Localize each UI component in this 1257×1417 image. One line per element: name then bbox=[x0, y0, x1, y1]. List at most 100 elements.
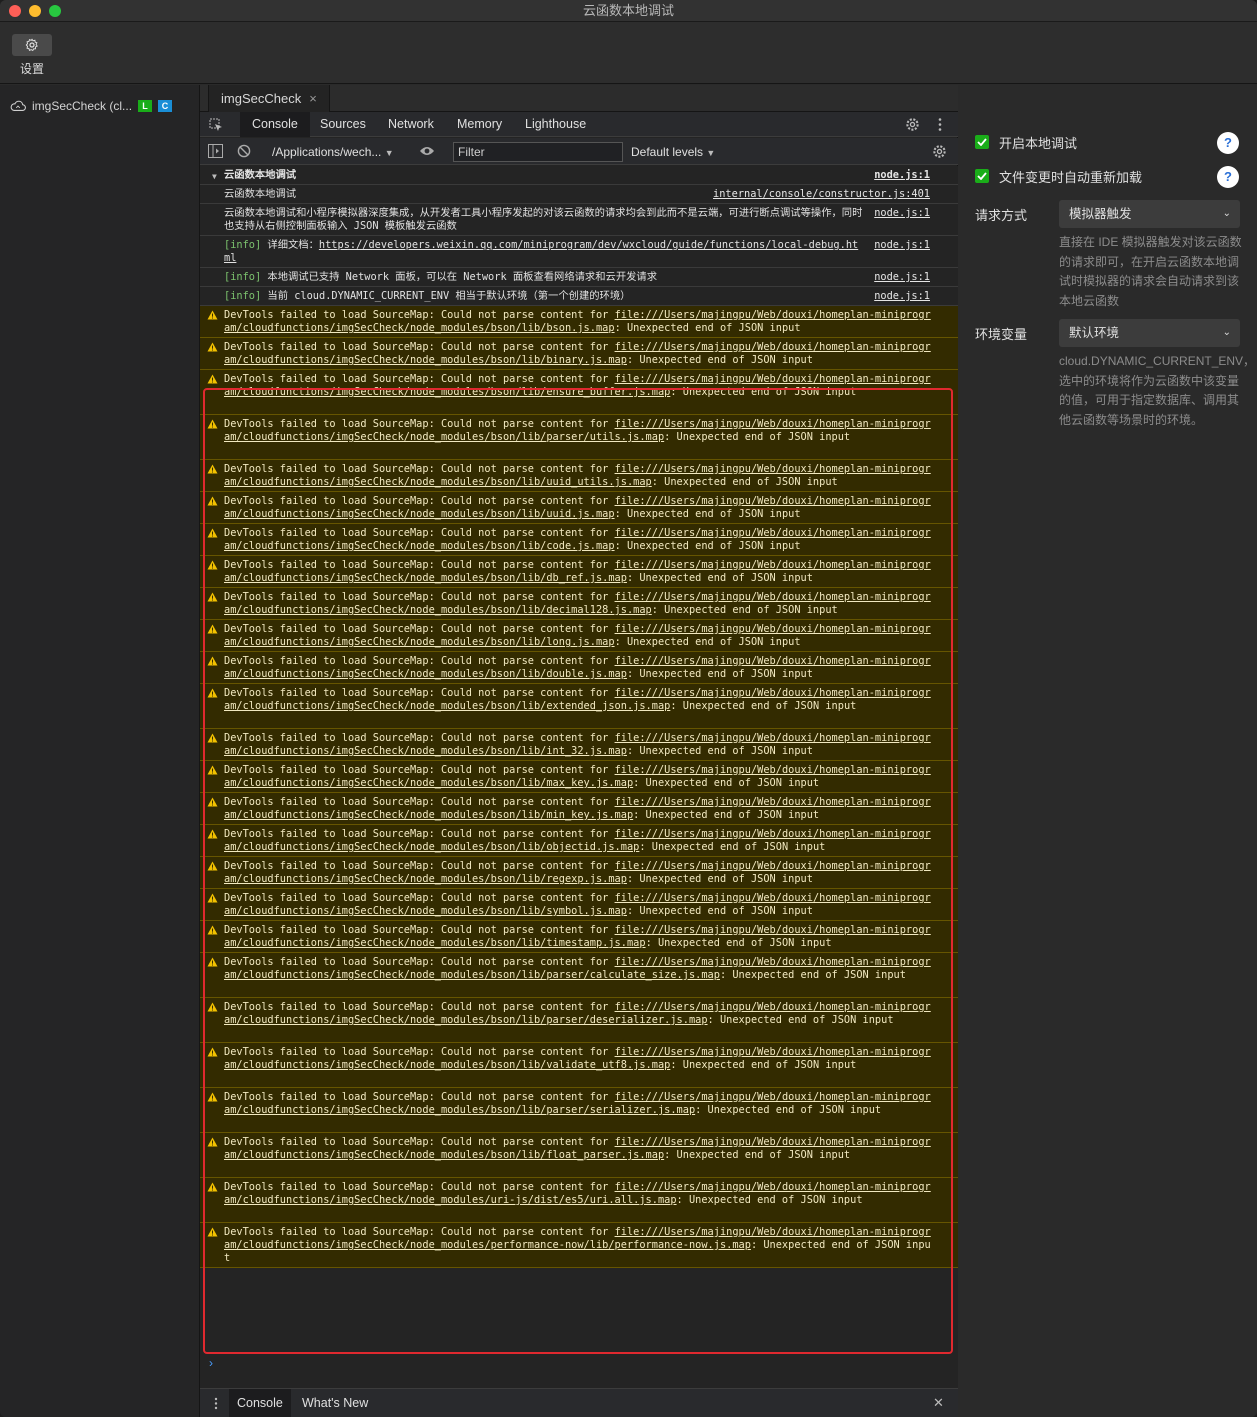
drawer-tab-whats-new[interactable]: What's New bbox=[294, 1389, 376, 1417]
warning-icon bbox=[207, 893, 218, 903]
console-output[interactable]: ▼ 云函数本地调试 node.js:1 云函数本地调试 internal/con… bbox=[200, 166, 958, 1388]
warning-icon bbox=[207, 957, 218, 967]
filter-input[interactable]: Filter bbox=[453, 142, 623, 162]
function-item-imgseccheck[interactable]: imgSecCheck (cl... L C bbox=[10, 97, 195, 115]
warning-icon bbox=[207, 310, 218, 320]
warning-icon bbox=[207, 592, 218, 602]
warning-suffix: : Unexpected end of JSON input bbox=[614, 508, 801, 520]
warning-text: DevTools failed to load SourceMap: Could… bbox=[224, 924, 936, 950]
warning-suffix: : Unexpected end of JSON input bbox=[719, 969, 906, 981]
source-link[interactable]: node.js:1 bbox=[874, 271, 930, 284]
warning-prefix: DevTools failed to load SourceMap: Could… bbox=[224, 373, 615, 385]
help-icon[interactable]: ? bbox=[1217, 132, 1239, 154]
source-link[interactable]: internal/console/constructor.js:401 bbox=[713, 188, 930, 201]
console-group-header[interactable]: ▼ 云函数本地调试 node.js:1 bbox=[200, 166, 958, 185]
warning-prefix: DevTools failed to load SourceMap: Could… bbox=[224, 1226, 615, 1238]
warning-suffix: : Unexpected end of JSON input bbox=[645, 937, 832, 949]
top-toolbar: 设置 bbox=[0, 22, 1257, 84]
devtools-settings-gear-icon[interactable] bbox=[905, 117, 920, 132]
console-prompt[interactable]: › bbox=[209, 1356, 213, 1370]
warning-icon bbox=[207, 374, 218, 384]
warning-prefix: DevTools failed to load SourceMap: Could… bbox=[224, 924, 615, 936]
auto-reload-checkbox[interactable]: 文件变更时自动重新加载 bbox=[975, 166, 1142, 186]
tab-console[interactable]: Console bbox=[240, 112, 310, 137]
expand-caret-icon[interactable]: ▼ bbox=[212, 170, 217, 183]
drawer-menu-icon[interactable] bbox=[214, 1397, 218, 1410]
bottom-drawer: Console What's New ✕ bbox=[200, 1388, 958, 1417]
source-link[interactable]: node.js:1 bbox=[874, 290, 930, 303]
drawer-tab-console[interactable]: Console bbox=[229, 1389, 291, 1417]
enable-local-debug-checkbox[interactable]: 开启本地调试 bbox=[975, 132, 1077, 152]
message-text: 云函数本地调试和小程序模拟器深度集成，从开发者工具小程序发起的对该云函数的请求均… bbox=[224, 207, 863, 232]
chevron-down-icon: ▼ bbox=[384, 148, 394, 158]
warning-text: DevTools failed to load SourceMap: Could… bbox=[224, 687, 936, 713]
chevron-down-icon: ▼ bbox=[706, 148, 716, 158]
warning-message: DevTools failed to load SourceMap: Could… bbox=[200, 825, 958, 857]
close-tab-icon[interactable]: × bbox=[309, 91, 317, 106]
more-options-icon[interactable] bbox=[937, 117, 943, 132]
env-select[interactable]: 默认环境 ⌄ bbox=[1059, 319, 1240, 347]
warning-text: DevTools failed to load SourceMap: Could… bbox=[224, 309, 936, 335]
warning-prefix: DevTools failed to load SourceMap: Could… bbox=[224, 892, 615, 904]
warning-icon bbox=[207, 861, 218, 871]
info-tag: [info] bbox=[224, 239, 262, 251]
sidebar-toggle-icon[interactable] bbox=[208, 144, 223, 158]
warning-text: DevTools failed to load SourceMap: Could… bbox=[224, 732, 936, 758]
warning-icon bbox=[207, 1227, 218, 1237]
chevron-down-icon: ⌄ bbox=[1222, 208, 1231, 219]
console-settings-gear-icon[interactable] bbox=[932, 144, 947, 159]
doc-link[interactable]: https://developers.weixin.qq.com/minipro… bbox=[224, 239, 858, 264]
console-message: [info] 本地调试已支持 Network 面板，可以在 Network 面板… bbox=[200, 268, 958, 287]
warning-suffix: : Unexpected end of JSON input bbox=[695, 1104, 882, 1116]
warning-message: DevTools failed to load SourceMap: Could… bbox=[200, 793, 958, 825]
eye-icon[interactable] bbox=[419, 145, 435, 157]
warning-text: DevTools failed to load SourceMap: Could… bbox=[224, 1181, 936, 1207]
warning-icon bbox=[207, 1002, 218, 1012]
info-text: 当前 cloud.DYNAMIC_CURRENT_ENV 相当于默认环境（第一个… bbox=[261, 290, 631, 302]
warning-prefix: DevTools failed to load SourceMap: Could… bbox=[224, 1046, 615, 1058]
group-title: 云函数本地调试 bbox=[224, 169, 297, 181]
source-link[interactable]: node.js:1 bbox=[874, 169, 930, 182]
warning-suffix: : Unexpected end of JSON input bbox=[626, 668, 813, 680]
warning-text: DevTools failed to load SourceMap: Could… bbox=[224, 956, 936, 982]
tab-network[interactable]: Network bbox=[376, 112, 446, 137]
inspect-element-icon[interactable] bbox=[209, 118, 223, 132]
log-levels-select[interactable]: Default levels ▼ bbox=[631, 142, 715, 162]
warning-prefix: DevTools failed to load SourceMap: Could… bbox=[224, 796, 615, 808]
tab-memory[interactable]: Memory bbox=[445, 112, 514, 137]
help-icon[interactable]: ? bbox=[1217, 166, 1239, 188]
warning-icon bbox=[207, 1092, 218, 1102]
file-tab-imgseccheck[interactable]: imgSecCheck × bbox=[208, 85, 330, 112]
console-message: 云函数本地调试和小程序模拟器深度集成，从开发者工具小程序发起的对该云函数的请求均… bbox=[200, 204, 958, 236]
info-text: 详细文档： bbox=[261, 239, 319, 251]
warning-text: DevTools failed to load SourceMap: Could… bbox=[224, 373, 936, 399]
info-tag: [info] bbox=[224, 290, 262, 302]
gear-icon bbox=[25, 38, 38, 52]
warning-text: DevTools failed to load SourceMap: Could… bbox=[224, 463, 936, 489]
close-drawer-icon[interactable]: ✕ bbox=[933, 1395, 944, 1411]
warning-message: DevTools failed to load SourceMap: Could… bbox=[200, 889, 958, 921]
tab-sources[interactable]: Sources bbox=[308, 112, 378, 137]
request-mode-select[interactable]: 模拟器触发 ⌄ bbox=[1059, 200, 1240, 228]
debug-settings-panel: 开启本地调试 ? 文件变更时自动重新加载 ? 请求方式 模拟器触发 ⌄ 直接在 … bbox=[959, 85, 1257, 1417]
warning-icon bbox=[207, 765, 218, 775]
source-link[interactable]: node.js:1 bbox=[874, 207, 930, 220]
warning-text: DevTools failed to load SourceMap: Could… bbox=[224, 655, 936, 681]
warning-text: DevTools failed to load SourceMap: Could… bbox=[224, 1091, 936, 1117]
message-text: [info] 当前 cloud.DYNAMIC_CURRENT_ENV 相当于默… bbox=[224, 290, 864, 303]
warning-message: DevTools failed to load SourceMap: Could… bbox=[200, 1133, 958, 1178]
warning-suffix: : Unexpected end of JSON input bbox=[626, 745, 813, 757]
warning-message: DevTools failed to load SourceMap: Could… bbox=[200, 415, 958, 460]
tab-lighthouse[interactable]: Lighthouse bbox=[513, 112, 598, 137]
context-select[interactable]: /Applications/wech... ▼ bbox=[272, 143, 402, 161]
clear-console-icon[interactable] bbox=[237, 144, 251, 158]
warning-message: DevTools failed to load SourceMap: Could… bbox=[200, 492, 958, 524]
settings-button[interactable]: 设置 bbox=[12, 34, 52, 78]
warning-suffix: : Unexpected end of JSON input bbox=[626, 354, 813, 366]
source-link[interactable]: node.js:1 bbox=[874, 239, 930, 252]
warning-text: DevTools failed to load SourceMap: Could… bbox=[224, 527, 936, 553]
warning-text: DevTools failed to load SourceMap: Could… bbox=[224, 418, 936, 444]
warning-suffix: : Unexpected end of JSON input bbox=[633, 777, 820, 789]
warning-icon bbox=[207, 688, 218, 698]
warning-prefix: DevTools failed to load SourceMap: Could… bbox=[224, 828, 615, 840]
